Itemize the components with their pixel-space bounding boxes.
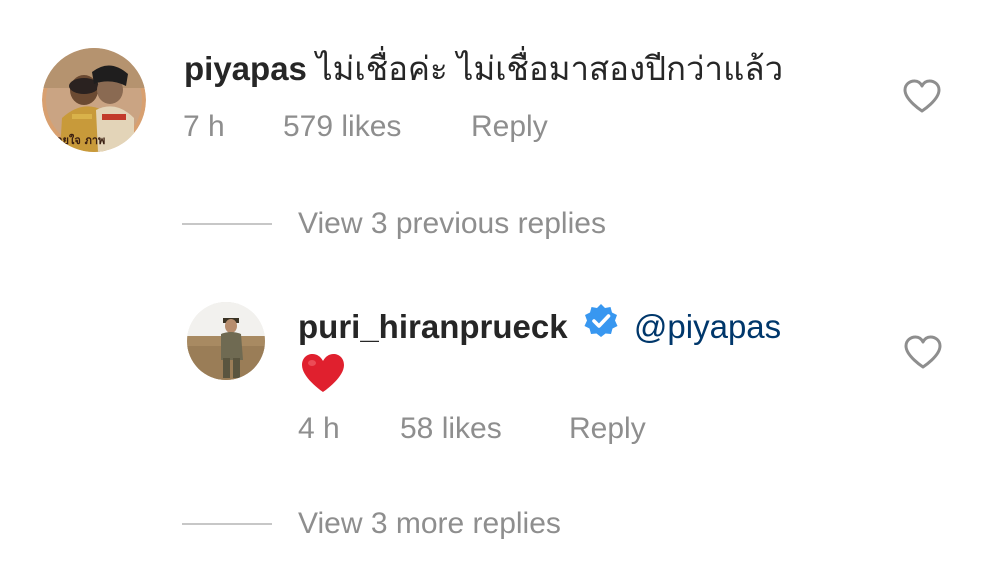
heart-outline-icon — [903, 79, 941, 113]
reply-header: puri_hiranprueck @piyapas — [298, 303, 781, 356]
reply-heart-emoji — [300, 352, 346, 394]
comment-reply-button[interactable]: Reply — [471, 110, 548, 144]
view-more-divider — [182, 523, 272, 525]
view-more-replies-button[interactable]: View 3 more replies — [298, 507, 561, 541]
comment-time: 7 h — [183, 110, 225, 143]
avatar-image: ร้อยใจ ภาพ — [42, 48, 146, 152]
svg-text:ร้อยใจ ภาพ: ร้อยใจ ภาพ — [50, 133, 105, 147]
comment-text: ไม่เชื่อค่ะ ไม่เชื่อมาสองปีกว่าแล้ว — [316, 50, 784, 87]
reply-username[interactable]: puri_hiranprueck — [298, 308, 568, 345]
verified-badge-icon — [583, 303, 619, 352]
view-previous-divider — [182, 223, 272, 225]
red-heart-icon — [302, 354, 344, 392]
reply-avatar[interactable] — [187, 302, 265, 380]
view-previous-replies-button[interactable]: View 3 previous replies — [298, 207, 606, 241]
reply-reply-button[interactable]: Reply — [569, 412, 646, 446]
reply-time: 4 h — [298, 412, 340, 445]
comment-like-button[interactable] — [902, 78, 942, 114]
reply-like-button[interactable] — [903, 334, 943, 370]
reply-mention-link[interactable]: @piyapas — [634, 308, 781, 345]
comment-likes[interactable]: 579 likes — [283, 110, 401, 144]
comment-username[interactable]: piyapas — [184, 50, 307, 87]
comment-avatar[interactable]: ร้อยใจ ภาพ — [42, 48, 146, 152]
comment-body: piyapas ไม่เชื่อค่ะ ไม่เชื่อมาสองปีกว่าแ… — [184, 44, 783, 94]
avatar-image — [187, 302, 265, 380]
reply-likes[interactable]: 58 likes — [400, 412, 502, 446]
heart-outline-icon — [904, 335, 942, 369]
